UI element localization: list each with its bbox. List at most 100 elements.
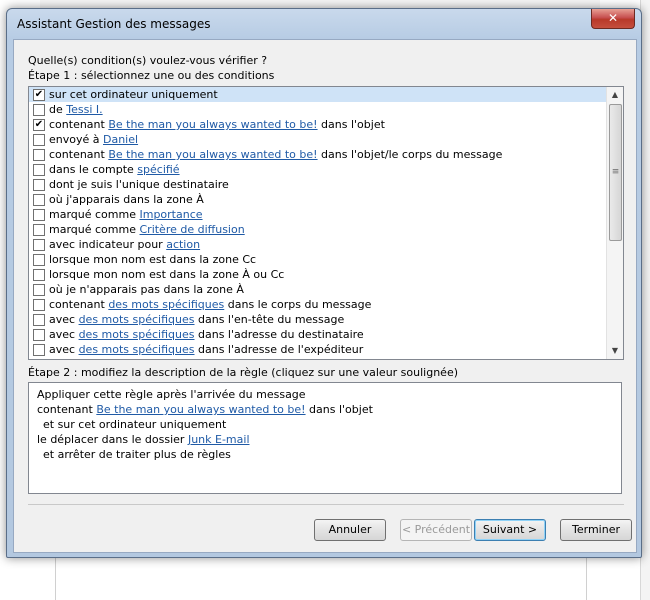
rule-description-box: Appliquer cette règle après l'arrivée du… [28, 382, 622, 494]
finish-button[interactable]: Terminer [560, 519, 632, 541]
text-fragment: et sur cet ordinateur uniquement [43, 418, 227, 431]
scroll-thumb[interactable]: ≡ [609, 104, 622, 241]
condition-item[interactable]: marqué comme Critère de diffusion [29, 222, 623, 237]
text-fragment: dans le compte [49, 163, 138, 176]
condition-item[interactable]: avec indicateur pour action [29, 237, 623, 252]
text-fragment: marqué comme [49, 208, 140, 221]
step1-label: Étape 1 : sélectionnez une ou des condit… [28, 69, 275, 82]
condition-item[interactable]: dont je suis l'unique destinataire [29, 177, 623, 192]
description-line: contenant Be the man you always wanted t… [29, 402, 621, 417]
condition-item[interactable]: envoyé à Daniel [29, 132, 623, 147]
text-fragment: où j'apparais dans la zone À [49, 193, 204, 206]
checkbox-checked[interactable]: ✔ [33, 89, 45, 101]
value-link[interactable]: des mots spécifiques [79, 313, 195, 326]
value-link[interactable]: Be the man you always wanted to be! [108, 118, 317, 131]
text-fragment: le déplacer dans le dossier [37, 433, 188, 446]
text-fragment: contenant [37, 403, 97, 416]
text-fragment: avec [49, 313, 79, 326]
condition-item[interactable]: où j'apparais dans la zone À [29, 192, 623, 207]
text-fragment: de [49, 103, 67, 116]
scroll-up-arrow-icon[interactable]: ▲ [607, 87, 623, 103]
value-link[interactable]: des mots spécifiques [79, 328, 195, 341]
text-fragment: contenant [49, 118, 109, 131]
value-link[interactable]: action [166, 238, 200, 251]
value-link[interactable]: Junk E-mail [188, 433, 250, 446]
dialog-title: Assistant Gestion des messages [17, 17, 211, 31]
condition-item[interactable]: de Tessi I. [29, 102, 623, 117]
checkbox[interactable] [33, 134, 45, 146]
condition-item[interactable]: avec des mots spécifiques dans l'en-tête… [29, 312, 623, 327]
checkbox[interactable] [33, 284, 45, 296]
condition-item[interactable]: ✔ sur cet ordinateur uniquement [29, 87, 623, 102]
checkbox[interactable] [33, 299, 45, 311]
checkbox[interactable] [33, 314, 45, 326]
condition-item[interactable]: où je n'apparais pas dans la zone À [29, 282, 623, 297]
checkbox[interactable] [33, 224, 45, 236]
condition-item[interactable]: contenant des mots spécifiques dans le c… [29, 297, 623, 312]
rules-wizard-dialog: Assistant Gestion des messages ✕ Quelle(… [6, 8, 642, 558]
checkbox[interactable] [33, 329, 45, 341]
value-link[interactable]: Be the man you always wanted to be! [108, 148, 317, 161]
value-link[interactable]: Critère de diffusion [139, 223, 244, 236]
conditions-list[interactable]: ✔ sur cet ordinateur uniquement de Tessi I… [28, 86, 624, 360]
text-fragment: où je n'apparais pas dans la zone À [49, 283, 244, 296]
checkbox[interactable] [33, 254, 45, 266]
condition-item[interactable]: avec des mots spécifiques dans l'adresse… [29, 342, 623, 357]
background-content-strip [55, 552, 587, 600]
button-separator [28, 504, 624, 505]
text-fragment: avec [49, 343, 79, 356]
condition-item[interactable]: lorsque mon nom est dans la zone À ou Cc [29, 267, 623, 282]
description-line: le déplacer dans le dossier Junk E-mail [29, 432, 621, 447]
step2-label: Étape 2 : modifiez la description de la … [28, 366, 459, 379]
condition-item[interactable]: dans le compte spécifié [29, 162, 623, 177]
condition-item[interactable]: contenant Be the man you always wanted t… [29, 147, 623, 162]
checkbox[interactable] [33, 104, 45, 116]
rule-description-lines: Appliquer cette règle après l'arrivée du… [29, 387, 621, 462]
text-fragment: sur cet ordinateur uniquement [49, 88, 218, 101]
value-link[interactable]: Be the man you always wanted to be! [96, 403, 305, 416]
checkbox[interactable] [33, 344, 45, 356]
condition-item[interactable]: ✔ contenant Be the man you always wanted … [29, 117, 623, 132]
dialog-client-area: Quelle(s) condition(s) voulez-vous vérif… [13, 39, 637, 553]
checkbox[interactable] [33, 194, 45, 206]
cancel-button[interactable]: Annuler [314, 519, 386, 541]
condition-item[interactable]: lorsque mon nom est dans la zone Cc [29, 252, 623, 267]
text-fragment: lorsque mon nom est dans la zone Cc [49, 253, 257, 266]
checkbox-checked[interactable]: ✔ [33, 119, 45, 131]
previous-button[interactable]: < Précédent [400, 519, 472, 541]
condition-item[interactable]: marqué comme Importance [29, 207, 623, 222]
value-link[interactable]: Importance [139, 208, 202, 221]
checkbox[interactable] [33, 179, 45, 191]
conditions-scrollbar[interactable]: ▲ ≡ ▼ [606, 87, 623, 359]
description-line: et arrêter de traiter plus de règles [29, 447, 621, 462]
text-fragment: dans l'objet [305, 403, 373, 416]
scroll-down-arrow-icon[interactable]: ▼ [607, 343, 623, 359]
checkbox[interactable] [33, 149, 45, 161]
condition-item[interactable]: avec des mots spécifiques dans l'adresse… [29, 327, 623, 342]
next-button[interactable]: Suivant > [474, 519, 546, 541]
text-fragment: avec [49, 328, 79, 341]
text-fragment: Appliquer cette règle après l'arrivée du… [37, 388, 306, 401]
value-link[interactable]: Daniel [103, 133, 138, 146]
text-fragment: dans le corps du message [224, 298, 372, 311]
checkbox[interactable] [33, 239, 45, 251]
value-link[interactable]: des mots spécifiques [108, 298, 224, 311]
text-fragment: envoyé à [49, 133, 103, 146]
checkbox[interactable] [33, 164, 45, 176]
text-fragment: dans l'adresse de l'expéditeur [194, 343, 364, 356]
value-link[interactable]: Tessi I. [66, 103, 102, 116]
description-line: Appliquer cette règle après l'arrivée du… [29, 387, 621, 402]
text-fragment: dont je suis l'unique destinataire [49, 178, 229, 191]
close-button[interactable]: ✕ [591, 9, 635, 29]
text-fragment: avec indicateur pour [49, 238, 167, 251]
text-fragment: et arrêter de traiter plus de règles [43, 448, 231, 461]
checkbox[interactable] [33, 269, 45, 281]
value-link[interactable]: spécifié [137, 163, 179, 176]
description-line: et sur cet ordinateur uniquement [29, 417, 621, 432]
value-link[interactable]: des mots spécifiques [79, 343, 195, 356]
conditions-rows: ✔ sur cet ordinateur uniquement de Tessi I… [29, 87, 623, 357]
checkbox[interactable] [33, 209, 45, 221]
text-fragment: dans l'adresse du destinataire [194, 328, 364, 341]
text-fragment: lorsque mon nom est dans la zone À ou Cc [49, 268, 285, 281]
text-fragment: marqué comme [49, 223, 140, 236]
